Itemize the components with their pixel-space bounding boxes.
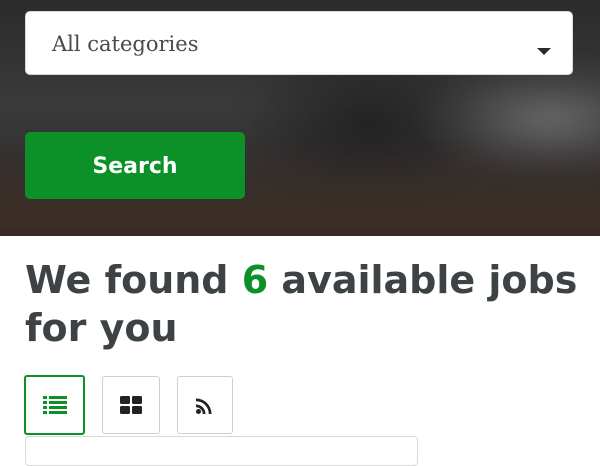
list-icon — [42, 396, 67, 414]
list-view-button[interactable] — [24, 375, 85, 435]
results-count: 6 — [241, 258, 269, 302]
category-select-value: All categories — [52, 32, 199, 56]
grid-view-button[interactable] — [102, 376, 160, 434]
category-select[interactable]: All categories — [25, 11, 573, 75]
search-hero: All categories Search — [0, 0, 600, 236]
results-heading-prefix: We found — [25, 258, 242, 302]
grid-icon — [120, 396, 142, 414]
results-heading: We found 6 available jobs for you — [25, 256, 585, 352]
results-list-panel — [25, 436, 418, 466]
search-button[interactable]: Search — [25, 132, 245, 199]
rss-feed-button[interactable] — [177, 376, 233, 434]
rss-icon — [196, 398, 212, 414]
chevron-down-icon — [537, 48, 551, 55]
